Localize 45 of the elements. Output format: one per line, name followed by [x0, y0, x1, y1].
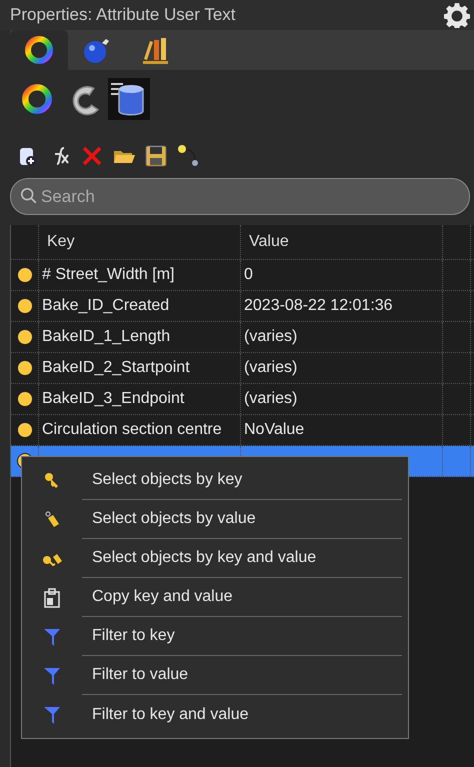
menu-item[interactable]: Select objects by key and value: [82, 539, 402, 578]
menu-item[interactable]: Filter to key: [82, 617, 402, 656]
key-cell: BakeID_3_Endpoint: [42, 390, 184, 408]
value-cell: 0: [244, 266, 253, 284]
status-dot: [16, 422, 32, 438]
menu-item[interactable]: Select objects by value: [82, 500, 402, 539]
value-cell: 2023-08-22 12:01:36: [244, 297, 393, 315]
key-cell: BakeID_2_Startpoint: [42, 359, 190, 377]
key-cell: Bake_ID_Created: [42, 297, 170, 315]
status-dot: [16, 329, 32, 345]
window-title: Properties: Attribute User Text: [10, 5, 236, 25]
menu-item[interactable]: Filter to value: [82, 656, 402, 695]
filter-icon: [42, 666, 62, 686]
connect-points-icon[interactable]: [176, 144, 200, 168]
table-row[interactable]: # Street_Width [m] 0: [11, 260, 474, 291]
column-header[interactable]: Key: [39, 225, 241, 259]
key-cell: BakeID_1_Length: [42, 328, 170, 346]
status-dot: [16, 360, 32, 376]
search-field[interactable]: Search: [10, 178, 470, 215]
database-tab[interactable]: [108, 78, 150, 120]
table-row[interactable]: BakeID_2_Startpoint (varies): [11, 353, 474, 384]
filter-icon: [42, 626, 62, 646]
key-cell: # Street_Width [m]: [42, 266, 174, 284]
table-row[interactable]: BakeID_1_Length (varies): [11, 322, 474, 353]
value-cell: NoValue: [244, 421, 304, 439]
column-header[interactable]: Value: [241, 225, 443, 259]
clipboard-icon: [42, 588, 62, 608]
table-row[interactable]: Bake_ID_Created 2023-08-22 12:01:36: [11, 291, 474, 322]
value-cell: (varies): [244, 328, 298, 346]
color-wheel-icon: [24, 35, 54, 65]
menu-item[interactable]: Select objects by key: [82, 461, 402, 500]
key-cell: Circulation section centre: [42, 421, 222, 439]
value-cell: (varies): [244, 390, 298, 408]
settings-icon[interactable]: [444, 2, 470, 28]
delete-icon[interactable]: [80, 144, 104, 168]
value-cell: (varies): [244, 359, 298, 377]
status-dot: [16, 391, 32, 407]
menu-item[interactable]: Filter to key and value: [82, 696, 402, 734]
filter-icon: [42, 704, 62, 724]
status-dot: [16, 298, 32, 314]
status-dot: [16, 267, 32, 283]
table-row[interactable]: BakeID_3_Endpoint (varies): [11, 384, 474, 415]
menu-item[interactable]: Copy key and value: [82, 578, 402, 617]
search-icon: [20, 187, 38, 205]
color-wheel-icon: [21, 83, 53, 115]
